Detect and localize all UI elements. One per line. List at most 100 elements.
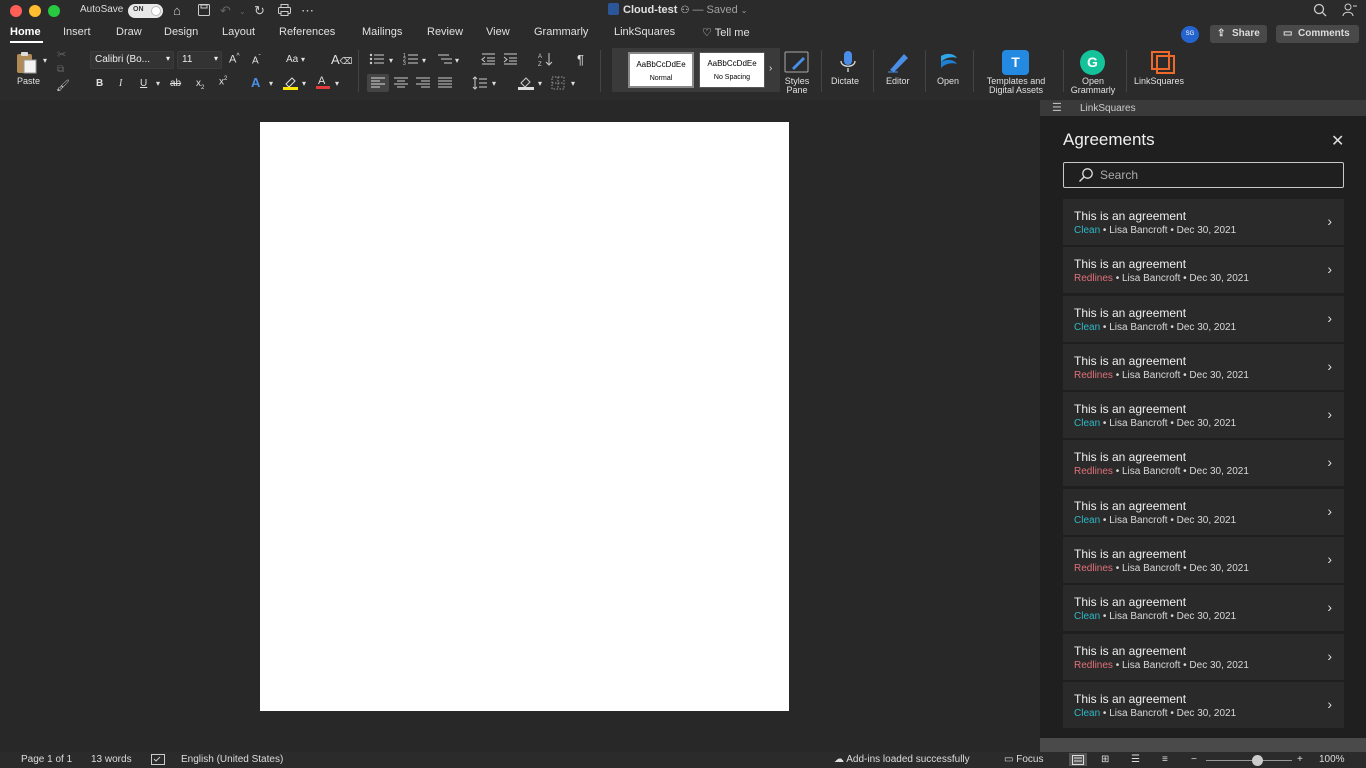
zoom-slider-thumb[interactable] [1252,755,1264,766]
close-window-button[interactable] [10,5,22,17]
list-item[interactable]: This is an agreement Redlines • Lisa Banc… [1063,633,1344,680]
editor-icon[interactable] [886,50,912,77]
tab-review[interactable]: Review [427,26,463,38]
list-item[interactable]: This is an agreement Clean • Lisa Bancrof… [1063,295,1344,342]
grow-font-button[interactable]: A^ [229,53,240,66]
paste-dropdown-icon[interactable]: ▾ [43,56,47,65]
print-layout-icon[interactable] [1069,753,1087,766]
autosave-toggle[interactable]: ON [128,4,163,18]
open-icon[interactable] [937,50,961,77]
chevron-down-icon[interactable]: ▾ [269,79,273,88]
multilevel-list-icon[interactable] [437,52,453,69]
subscript-button[interactable]: x2 [196,78,204,91]
list-item[interactable]: This is an agreement Clean • Lisa Bancrof… [1063,488,1344,535]
web-layout-icon[interactable]: ⊞ [1101,754,1109,765]
home-icon[interactable]: ⌂ [173,3,181,18]
chevron-down-icon[interactable]: ▾ [538,79,542,88]
comments-button[interactable]: ▭ Comments [1276,25,1359,43]
highlight-icon[interactable] [283,75,298,93]
styles-more-icon[interactable]: › [769,63,772,74]
line-spacing-icon[interactable] [472,76,488,93]
show-formatting-icon[interactable]: ¶ [577,52,584,67]
font-color-icon[interactable]: A [316,74,330,92]
styles-pane-icon[interactable] [784,50,810,77]
align-left-button[interactable] [367,74,389,92]
cut-icon[interactable]: ✂ [57,48,66,61]
align-right-icon[interactable] [416,77,430,92]
tab-insert[interactable]: Insert [63,26,91,38]
avatar[interactable]: SG [1181,26,1199,43]
microphone-icon[interactable] [838,50,858,77]
list-item[interactable]: This is an agreement Redlines • Lisa Banc… [1063,247,1344,294]
more-icon[interactable]: ⋯ [301,3,314,19]
shrink-font-button[interactable]: Aˇ [252,55,261,66]
align-center-icon[interactable] [394,77,408,92]
list-item[interactable]: This is an agreement Clean • Lisa Bancrof… [1063,392,1344,439]
superscript-button[interactable]: x2 [219,76,227,87]
chevron-down-icon[interactable]: ▾ [455,56,459,65]
tab-grammarly[interactable]: Grammarly [534,26,588,38]
share-button[interactable]: ⇪ Share [1210,25,1267,43]
grammarly-icon[interactable]: G [1080,50,1105,75]
search-input[interactable] [1100,166,1330,184]
chevron-down-icon[interactable]: ▾ [492,79,496,88]
undo-icon[interactable]: ↶ [220,3,231,19]
justify-icon[interactable] [438,77,452,92]
linksquares-icon[interactable] [1150,50,1176,77]
style-no-spacing[interactable]: AaBbCcDdEe No Spacing [699,52,765,88]
list-item[interactable]: This is an agreement Clean • Lisa Bancrof… [1063,681,1344,728]
strikethrough-button[interactable]: ab [170,78,181,89]
bullets-icon[interactable] [369,52,385,69]
font-name-select[interactable]: Calibri (Bo... ▾ [90,51,174,69]
tab-design[interactable]: Design [164,26,198,38]
tab-linksquares[interactable]: LinkSquares [614,26,675,38]
outline-icon[interactable]: ☰ [1131,754,1140,765]
zoom-level[interactable]: 100% [1319,754,1345,765]
document-page[interactable] [260,122,789,711]
italic-button[interactable]: I [119,78,122,89]
list-item[interactable]: This is an agreement Clean • Lisa Bancrof… [1063,199,1344,245]
zoom-out-button[interactable]: − [1191,754,1197,765]
style-normal[interactable]: AaBbCcDdEe Normal [628,52,694,88]
redo-icon[interactable]: ↻ [254,3,265,19]
close-icon[interactable]: ✕ [1331,131,1344,151]
sort-icon[interactable]: AZ [538,51,554,70]
numbering-icon[interactable]: 123 [403,52,419,69]
borders-icon[interactable] [551,76,565,93]
tab-draw[interactable]: Draw [116,26,142,38]
chevron-down-icon[interactable]: ▾ [302,79,306,88]
underline-button[interactable]: U [140,78,147,89]
save-icon[interactable] [197,3,211,20]
language[interactable]: English (United States) [181,754,283,765]
bold-button[interactable]: B [96,78,103,89]
increase-indent-icon[interactable] [503,52,518,69]
underline-dropdown-icon[interactable]: ▾ [156,79,160,88]
tab-view[interactable]: View [486,26,510,38]
tab-layout[interactable]: Layout [222,26,255,38]
shading-icon[interactable] [518,75,534,93]
zoom-window-button[interactable] [48,5,60,17]
chevron-down-icon[interactable]: ▾ [335,79,339,88]
decrease-indent-icon[interactable] [481,52,496,69]
list-item[interactable]: This is an agreement Redlines • Lisa Banc… [1063,343,1344,390]
search-icon[interactable] [1313,3,1327,20]
format-painter-icon[interactable]: 🖌 [56,79,70,92]
tab-references[interactable]: References [279,26,335,38]
page-count[interactable]: Page 1 of 1 [21,754,72,765]
list-item[interactable]: This is an agreement Redlines • Lisa Banc… [1063,440,1344,487]
templates-icon[interactable]: T [1002,50,1029,75]
text-effects-icon[interactable]: A [251,75,260,90]
copy-icon[interactable]: ⧉ [57,64,64,75]
pane-scrollbar[interactable] [1040,738,1366,752]
focus-button[interactable]: ▭ Focus [1004,754,1043,765]
addins-status[interactable]: ☁ Add-ins loaded successfully [834,754,970,765]
tab-mailings[interactable]: Mailings [362,26,402,38]
zoom-slider-track[interactable] [1206,760,1292,761]
paste-icon[interactable] [15,51,39,78]
zoom-in-button[interactable]: + [1297,754,1303,765]
chevron-down-icon[interactable]: ⌄ [741,6,748,15]
font-size-select[interactable]: 11 ▾ [177,51,222,69]
tell-me[interactable]: ♡ Tell me [702,26,750,39]
list-item[interactable]: This is an agreement Clean • Lisa Bancrof… [1063,585,1344,632]
proofing-icon[interactable] [151,754,165,768]
